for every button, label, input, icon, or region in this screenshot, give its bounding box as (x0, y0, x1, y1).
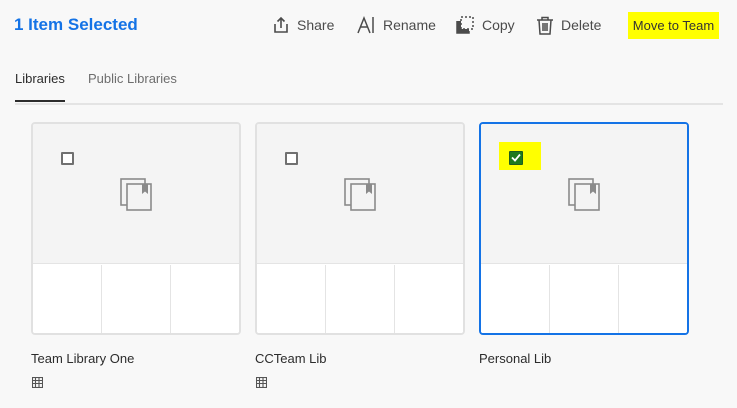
thumbnail-slot (171, 265, 239, 333)
delete-button[interactable]: Delete (536, 13, 601, 37)
library-card-name[interactable]: Personal Lib (479, 351, 551, 366)
thumbnail-slot (257, 265, 326, 333)
thumbnail-slot (395, 265, 463, 333)
selection-toolbar: 1 Item Selected Share Rename Copy Delete… (0, 0, 737, 52)
rename-button[interactable]: Rename (356, 13, 436, 37)
library-select-checkbox-checked[interactable] (509, 151, 523, 165)
thumbnail-slot (481, 265, 550, 333)
checkbox-highlight (499, 142, 541, 170)
team-library-icon (31, 375, 44, 393)
tab-public-libraries[interactable]: Public Libraries (88, 71, 177, 100)
library-icon (567, 177, 603, 216)
library-card-preview (481, 124, 687, 264)
library-card-thumbnails (481, 265, 687, 333)
library-card[interactable] (31, 122, 241, 335)
rename-icon (356, 15, 376, 35)
library-icon (343, 177, 379, 216)
library-card-name[interactable]: Team Library One (31, 351, 134, 366)
library-card-selected[interactable] (479, 122, 689, 335)
library-select-checkbox[interactable] (61, 152, 74, 165)
share-button[interactable]: Share (272, 13, 334, 37)
library-card-thumbnails (33, 265, 239, 333)
library-card-preview (33, 124, 239, 264)
tab-libraries[interactable]: Libraries (15, 71, 65, 102)
library-icon (119, 177, 155, 216)
thumbnail-slot (102, 265, 171, 333)
thumbnail-slot (326, 265, 395, 333)
rename-label: Rename (383, 17, 436, 33)
thumbnail-slot (33, 265, 102, 333)
selection-count-title: 1 Item Selected (14, 15, 138, 34)
delete-label: Delete (561, 17, 602, 33)
thumbnail-slot (619, 265, 687, 333)
trash-icon (536, 16, 554, 35)
team-library-icon (255, 375, 268, 393)
checkmark-icon (511, 149, 521, 167)
share-label: Share (297, 17, 335, 33)
copy-button[interactable]: Copy (455, 13, 515, 37)
copy-label: Copy (482, 17, 515, 33)
library-card-thumbnails (257, 265, 463, 333)
share-icon (272, 16, 290, 34)
library-select-checkbox[interactable] (285, 152, 298, 165)
library-tabs: Libraries Public Libraries (15, 62, 723, 105)
thumbnail-slot (550, 265, 619, 333)
library-card[interactable] (255, 122, 465, 335)
move-to-team-button[interactable]: Move to Team (628, 12, 719, 39)
copy-icon (455, 15, 475, 35)
library-card-name[interactable]: CCTeam Lib (255, 351, 327, 366)
library-card-preview (257, 124, 463, 264)
